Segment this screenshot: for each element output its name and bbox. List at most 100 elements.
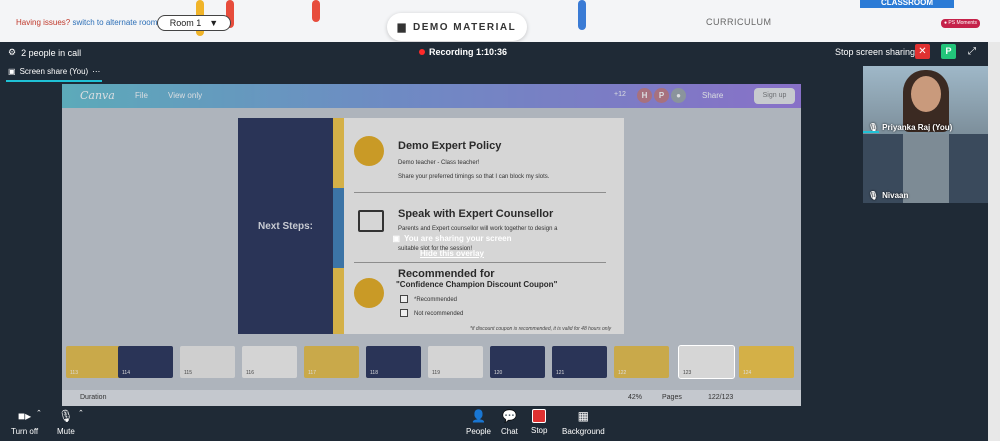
tab-classroom[interactable]: CLASSROOM [860, 0, 954, 8]
sharing-message: ▣ You are sharing your screen [372, 234, 532, 243]
screen-icon: ▣ [392, 234, 401, 243]
option-label: *Recommended [414, 297, 458, 303]
top-strip: Having issues? switch to alternate room … [0, 0, 1000, 42]
issues-text: Having issues? [16, 18, 71, 27]
slide-thumbnail: 118 [366, 346, 421, 378]
chevron-up-icon[interactable]: ⌃ [78, 409, 84, 417]
shared-screen: Canva File View only +12 H P ● Share Sig… [62, 84, 801, 406]
slide-thumbnail: 124 [739, 346, 794, 378]
stop-label: Stop [531, 426, 548, 435]
background-button[interactable]: ▦ Background [562, 409, 605, 436]
alternate-room-link[interactable]: switch to alternate room [72, 18, 157, 27]
participant-name: 🎙 Priyanka Raj (You) [868, 123, 952, 132]
not-recommended-checkbox [400, 309, 408, 317]
screen-share-tab-label: Screen share (You) [19, 67, 89, 76]
pip-button[interactable]: P [941, 44, 956, 59]
mute-label: Mute [57, 427, 75, 436]
slide-thumbnail: 114 [118, 346, 173, 378]
camera-icon: ■▸ [17, 409, 32, 423]
active-tab-indicator [6, 80, 102, 82]
participant-tile[interactable]: 🎙 Nivaan [863, 134, 988, 203]
scrollbar[interactable] [988, 42, 1000, 441]
slide-thumbnail: 113 [66, 346, 121, 378]
fullscreen-icon[interactable]: ⤢ [968, 46, 976, 57]
section-text: Parents and Expert counsellor will work … [398, 226, 558, 232]
recommended-checkbox [400, 295, 408, 303]
divider [354, 262, 606, 263]
people-count[interactable]: ⚙ 2 people in call [8, 47, 81, 58]
section-title: Speak with Expert Counsellor [398, 208, 554, 220]
stop-sharing-button[interactable]: ✕ [915, 44, 930, 59]
recording-indicator: Recording 1:10:36 [419, 47, 507, 57]
participant-face [911, 76, 941, 112]
chevron-up-icon[interactable]: ⌃ [36, 409, 42, 417]
avatar: H [637, 88, 652, 103]
stop-share-button[interactable]: Stop [531, 409, 547, 435]
stop-screen-sharing-label[interactable]: Stop screen sharing [835, 47, 915, 57]
decorative-arc [578, 0, 586, 30]
avatar: ● [671, 88, 686, 103]
section-text: Share your preferred timings so that I c… [398, 174, 550, 180]
tab-demo-material-label: DEMO MATERIAL [413, 21, 517, 33]
chat-button[interactable]: 💬 Chat [501, 409, 518, 436]
collaborator-count: +12 [614, 91, 626, 98]
participant-video [903, 134, 949, 203]
call-header: ⚙ 2 people in call Recording 1:10:36 Sto… [0, 42, 1000, 62]
canva-footer: Duration 42% Pages 122/123 [62, 390, 801, 406]
avatar: P [654, 88, 669, 103]
coupon-note: *if discount coupon is recommended, it i… [470, 326, 612, 332]
section-subtitle: "Confidence Champion Discount Coupon" [396, 280, 558, 289]
slide-thumbnail: 115 [180, 346, 235, 378]
tab-curriculum[interactable]: CURRICULUM [706, 17, 772, 27]
slide-thumbnail: 120 [490, 346, 545, 378]
camera-icon: ● [944, 20, 948, 26]
coupon-icon [354, 278, 384, 308]
sharing-message-text: You are sharing your screen [404, 234, 512, 243]
mute-button[interactable]: 🎙 Mute [57, 409, 75, 436]
microphone-icon: 🎙 [58, 409, 74, 423]
gear-icon[interactable]: ⚙ [8, 47, 16, 58]
canva-logo: Canva [80, 89, 115, 102]
tab-demo-material[interactable]: ▆ DEMO MATERIAL [387, 13, 527, 41]
recording-dot-icon [419, 49, 425, 55]
page-number: 122/123 [708, 394, 734, 401]
issues-notice: Having issues? switch to alternate room [16, 18, 157, 27]
people-label: People [466, 427, 491, 436]
stop-share-icon [532, 409, 547, 423]
people-count-label: 2 people in call [21, 47, 82, 58]
participant-name-label: Priyanka Raj (You) [882, 123, 953, 132]
chat-label: Chat [501, 427, 518, 436]
chat-icon: 💬 [501, 409, 517, 423]
section-title: Recommended for [398, 268, 495, 280]
slide-thumbnails: 113 114 115 116 117 118 119 120 121 122 … [62, 345, 801, 380]
slide-thumbnail: 123 [678, 345, 735, 379]
room-select-value: Room 1 [169, 18, 202, 28]
sharing-overlay: ▣ You are sharing your screen Hide this … [372, 234, 532, 258]
slide-thumbnail: 122 [614, 346, 669, 378]
next-steps-panel: Next Steps: [238, 118, 333, 334]
hide-overlay-link[interactable]: Hide this overlay [372, 249, 532, 258]
people-icon: 👤 [470, 409, 486, 423]
speaking-indicator [863, 131, 879, 133]
participant-name-label: Nivaan [882, 191, 909, 200]
canva-share-button: Share [702, 91, 724, 100]
ps-moments-badge[interactable]: ● PS Moments [941, 19, 981, 28]
canva-file-menu: File [135, 91, 148, 100]
turn-off-camera-button[interactable]: ■▸ Turn off [11, 409, 38, 436]
divider [354, 192, 606, 193]
room-select[interactable]: Room 1 ▼ [157, 15, 231, 31]
counsellor-icon [358, 210, 384, 232]
more-options-icon[interactable]: ⋯ [92, 67, 100, 76]
canva-signup-button: Sign up [754, 88, 795, 104]
slide: Next Steps: Demo Expert Policy Demo teac… [238, 118, 624, 334]
microphone-icon: 🎙 [868, 191, 879, 200]
canva-view-only: View only [168, 91, 203, 100]
background-label: Background [562, 427, 605, 436]
participant-tile[interactable]: 🎙 Priyanka Raj (You) [863, 66, 988, 135]
screen-share-tab[interactable]: ▣ Screen share (You) ⋯ [8, 67, 100, 76]
section-title: Demo Expert Policy [398, 140, 502, 152]
ps-moments-label: PS Moments [948, 20, 978, 26]
people-button[interactable]: 👤 People [466, 409, 491, 436]
option-label: Not recommended [414, 311, 464, 317]
recording-label: Recording 1:10:36 [429, 47, 508, 57]
